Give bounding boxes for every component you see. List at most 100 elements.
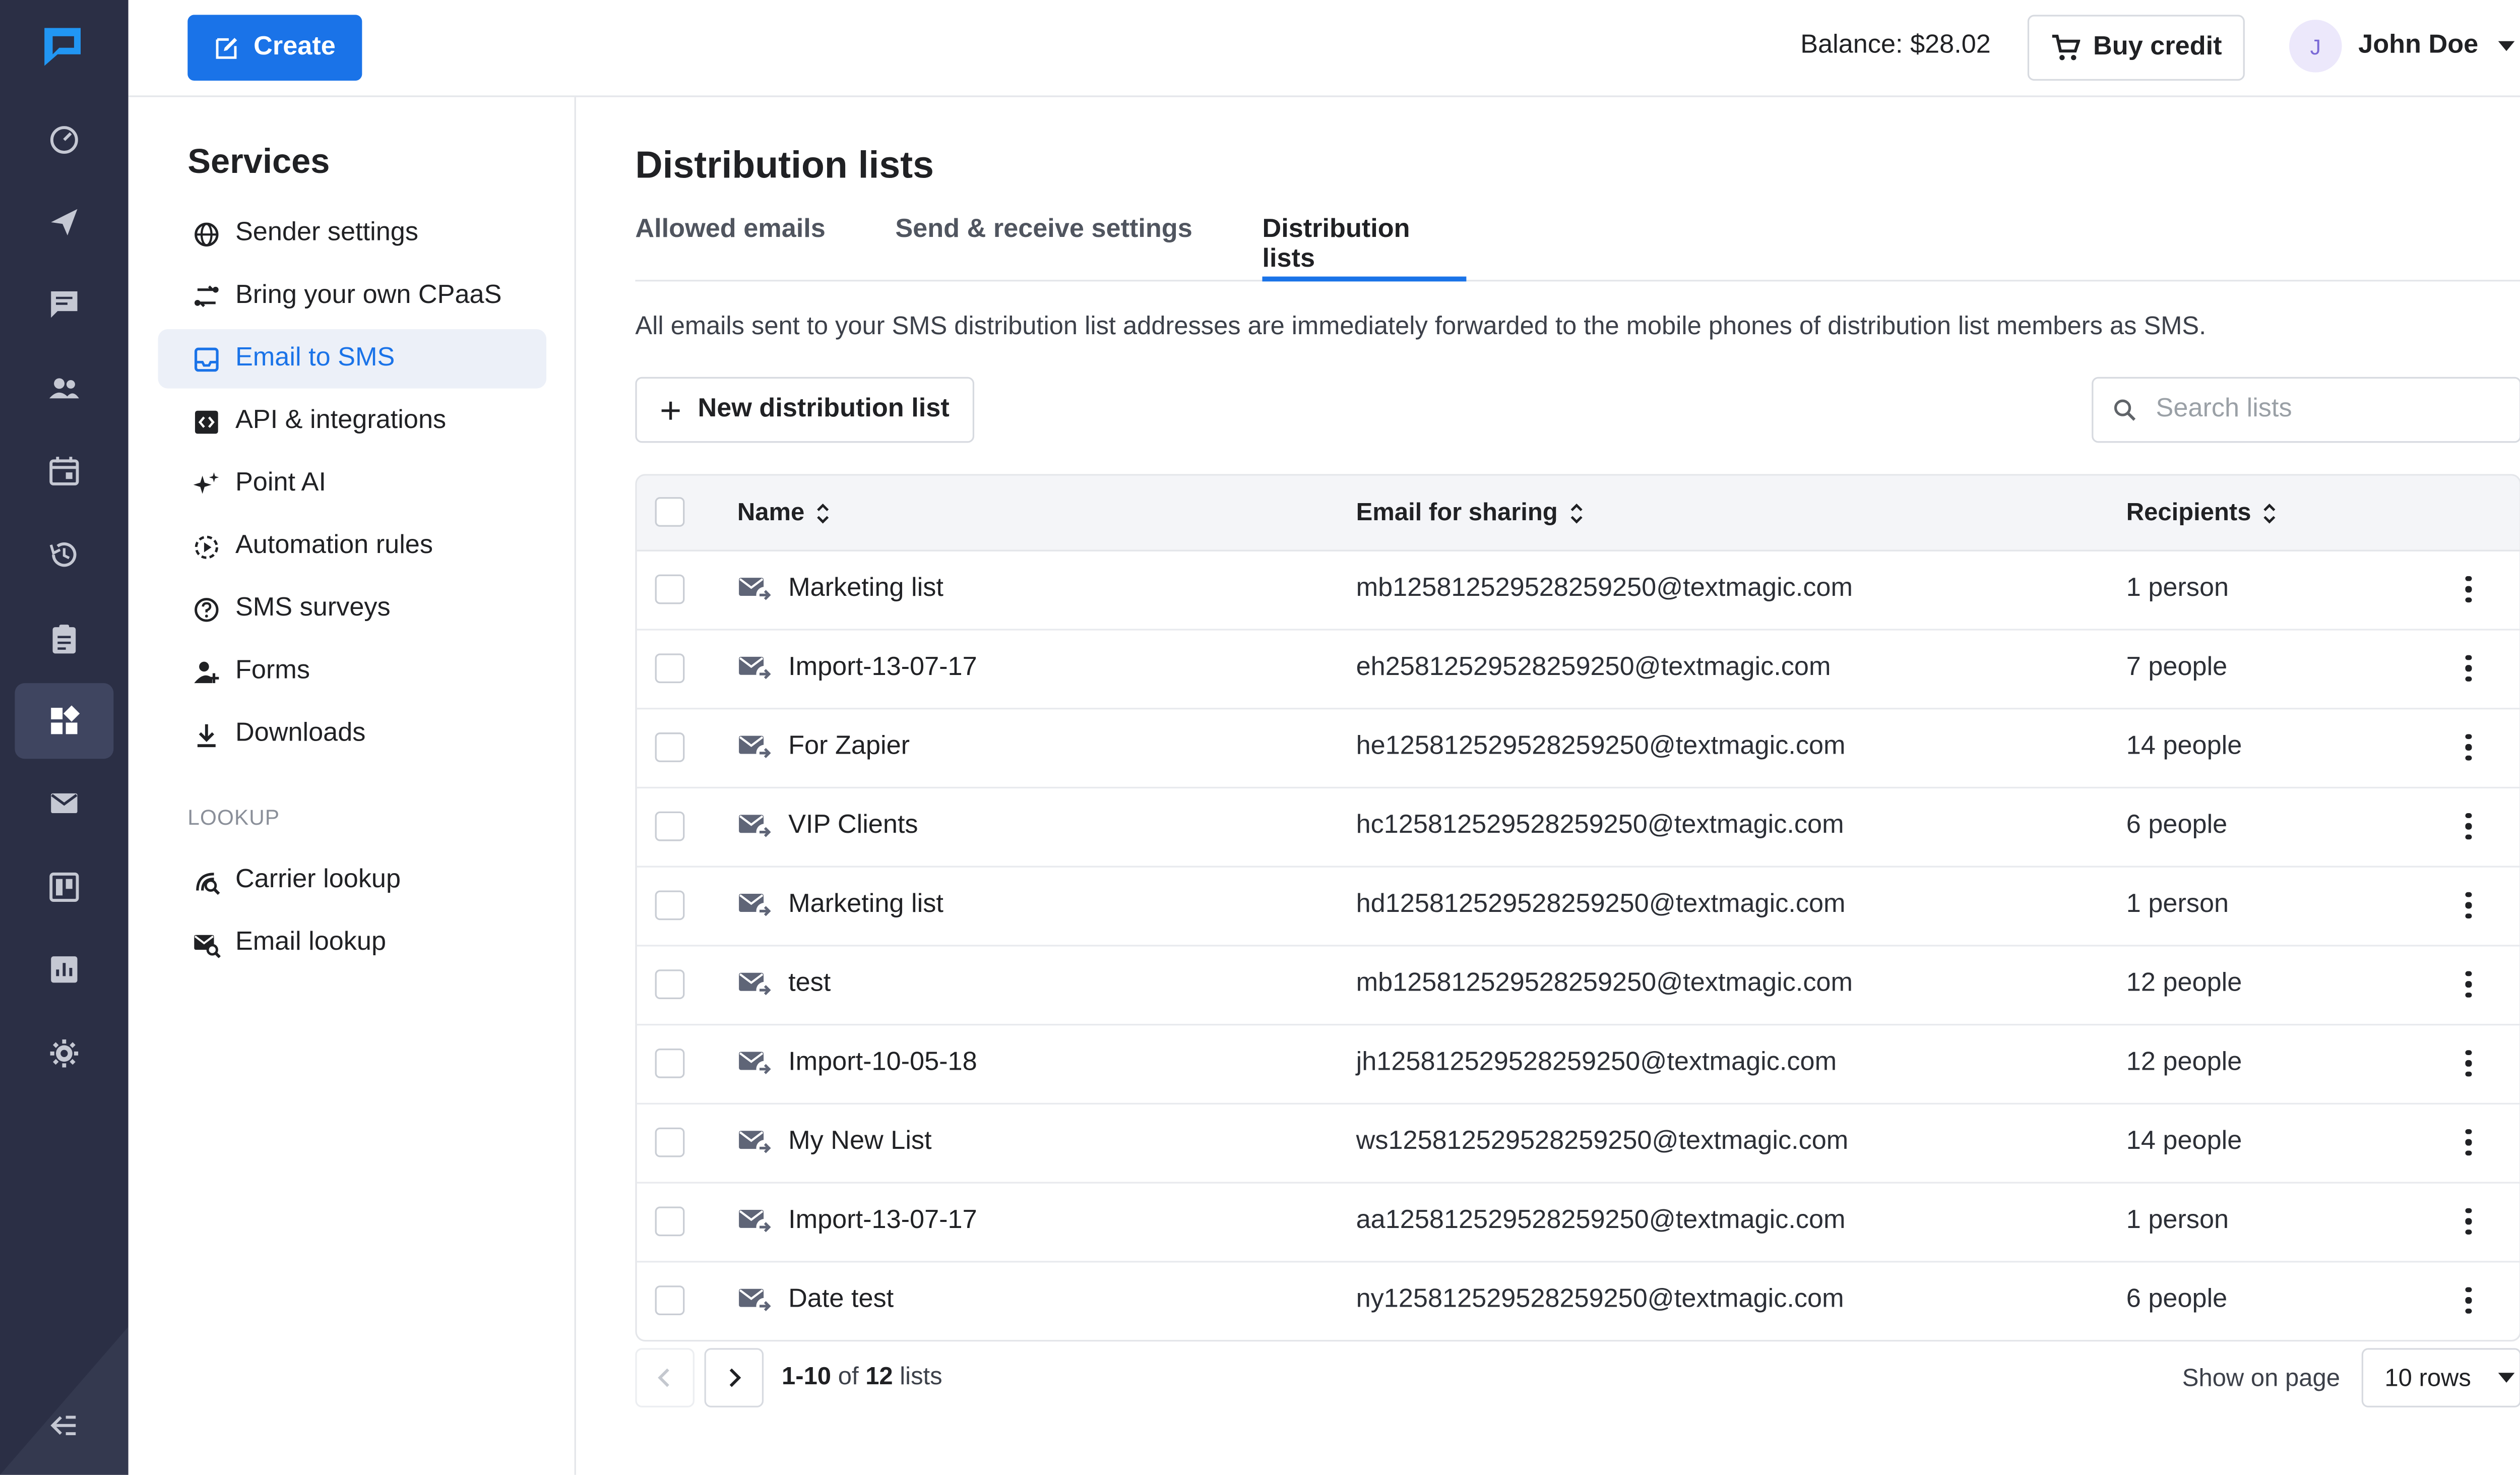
list-recipients: 6 people [2126,1285,2228,1314]
rail-item-board[interactable] [15,849,113,925]
user-menu[interactable]: J John Doe [2289,20,2515,73]
rail-item-contacts[interactable] [15,351,113,426]
more-actions-icon[interactable] [2454,652,2484,685]
list-name[interactable]: Import-10-05-18 [788,1049,977,1078]
more-actions-icon[interactable] [2454,1126,2484,1158]
sidebar-item-globe[interactable]: Sender settings [158,204,546,264]
buy-credit-label: Buy credit [2093,33,2222,61]
list-name[interactable]: Import-13-07-17 [788,653,977,683]
row-checkbox[interactable] [655,1206,685,1237]
table-row[interactable]: Import-13-07-17 eh25812529528259250@textm… [637,631,2520,710]
row-checkbox[interactable] [655,890,685,920]
list-email: hc125812529528259250@textmagic.com [1356,811,1844,840]
sidebar-item-carrier-lookup[interactable]: Carrier lookup [158,851,546,910]
table-row[interactable]: Import-13-07-17 aa125812529528259250@text… [637,1184,2520,1263]
row-checkbox[interactable] [655,732,685,762]
rail-item-history[interactable] [15,517,113,592]
rail-item-services[interactable] [15,683,114,759]
column-header-email[interactable]: Email for sharing [1356,499,1584,527]
rail-item-reports[interactable] [15,932,113,1007]
tab-distribution-lists[interactable]: Distribution lists [1262,216,1467,282]
tab-send-receive-settings[interactable]: Send & receive settings [895,216,1192,278]
tab-allowed-emails[interactable]: Allowed emails [635,216,825,278]
main-nav-rail [0,0,129,1475]
next-page-button[interactable] [704,1348,764,1407]
rail-item-chat[interactable] [15,267,113,342]
sidebar-item-connect[interactable]: Bring your own CPaaS [158,267,546,326]
list-name[interactable]: VIP Clients [788,812,918,841]
sidebar-item-form[interactable]: Forms [158,642,546,701]
column-header-name[interactable]: Name [737,499,831,527]
more-actions-icon[interactable] [2454,1284,2484,1317]
history-icon [49,542,77,567]
search-box[interactable] [2092,377,2520,443]
rail-item-settings[interactable] [15,1016,113,1091]
more-actions-icon[interactable] [2454,1205,2484,1238]
list-name[interactable]: Date test [788,1285,894,1315]
collapse-rail-button[interactable] [15,1388,113,1463]
row-checkbox[interactable] [655,969,685,1000]
rail-item-send[interactable] [15,185,113,260]
reports-icon [51,956,78,983]
sidebar-item-survey[interactable]: SMS surveys [158,579,546,639]
table-row[interactable]: VIP Clients hc125812529528259250@textmagi… [637,788,2520,868]
row-checkbox[interactable] [655,811,685,841]
pagination-total: 12 [865,1363,893,1391]
more-actions-icon[interactable] [2454,731,2484,764]
sidebar-item-download[interactable]: Downloads [158,705,546,764]
rail-item-mail[interactable] [15,765,113,841]
more-actions-icon[interactable] [2454,889,2484,921]
sidebar-item-automation[interactable]: Automation rules [158,517,546,576]
row-checkbox[interactable] [655,1285,685,1315]
chat-logo-icon[interactable] [39,23,85,69]
sparkle-icon [191,469,221,499]
services-title: Services [187,143,330,181]
list-name[interactable]: My New List [788,1128,931,1157]
table-row[interactable]: Date test ny125812529528259250@textmagic.… [637,1262,2520,1339]
row-checkbox[interactable] [655,1048,685,1078]
more-actions-icon[interactable] [2454,968,2484,1001]
table-row[interactable]: For Zapier he125812529528259250@textmagic… [637,709,2520,789]
sidebar-item-email-lookup[interactable]: Email lookup [158,913,546,973]
select-all-checkbox[interactable] [655,497,685,527]
rail-item-calendar[interactable] [15,433,113,509]
rows-per-page-select[interactable]: 10 rows [2361,1348,2520,1407]
more-actions-icon[interactable] [2454,1047,2484,1080]
row-checkbox[interactable] [655,1127,685,1157]
app-root: Create Balance: $28.02 Buy credit J John… [0,0,2520,1475]
table-row[interactable]: Marketing list hd125812529528259250@textm… [637,868,2520,947]
sidebar-item-label: API & integrations [235,406,447,435]
distribution-lists-table: Name Email for sharing Recipients Market… [635,474,2520,1342]
buy-credit-button[interactable]: Buy credit [2027,15,2245,81]
table-row[interactable]: Marketing list mb125812529528259250@textm… [637,551,2520,631]
row-checkbox[interactable] [655,653,685,684]
list-name[interactable]: Marketing list [788,575,943,604]
create-button[interactable]: Create [187,15,362,81]
row-checkbox[interactable] [655,574,685,604]
table-row[interactable]: test mb125812529528259250@textmagic.com 12… [637,947,2520,1026]
search-input[interactable] [2153,393,2489,426]
sidebar-item-sparkle[interactable]: Point AI [158,454,546,514]
sidebar-item-inbox[interactable]: Email to SMS [158,329,547,389]
list-name[interactable]: test [788,969,831,999]
more-actions-icon[interactable] [2454,573,2484,605]
column-header-recipients[interactable]: Recipients [2126,499,2278,527]
more-actions-icon[interactable] [2454,810,2484,843]
mail-forward-icon [739,1052,773,1078]
sidebar-item-label: Downloads [235,719,366,748]
table-row[interactable]: My New List ws125812529528259250@textmagi… [637,1104,2520,1184]
rail-item-clipboard[interactable] [15,601,113,677]
prev-page-button[interactable] [635,1348,695,1407]
list-name[interactable]: Import-13-07-17 [788,1206,977,1236]
table-row[interactable]: Import-10-05-18 jh125812529528259250@text… [637,1025,2520,1105]
mail-forward-icon [739,1288,773,1315]
mail-forward-icon [739,735,773,762]
mail-forward-icon [739,1209,773,1236]
list-recipients: 1 person [2126,890,2229,919]
sidebar-item-label: Point AI [235,469,327,498]
sidebar-item-code[interactable]: API & integrations [158,392,546,451]
list-name[interactable]: For Zapier [788,732,910,762]
list-name[interactable]: Marketing list [788,891,943,920]
new-distribution-list-button[interactable]: New distribution list [635,377,975,443]
rail-item-speed[interactable] [15,102,113,177]
